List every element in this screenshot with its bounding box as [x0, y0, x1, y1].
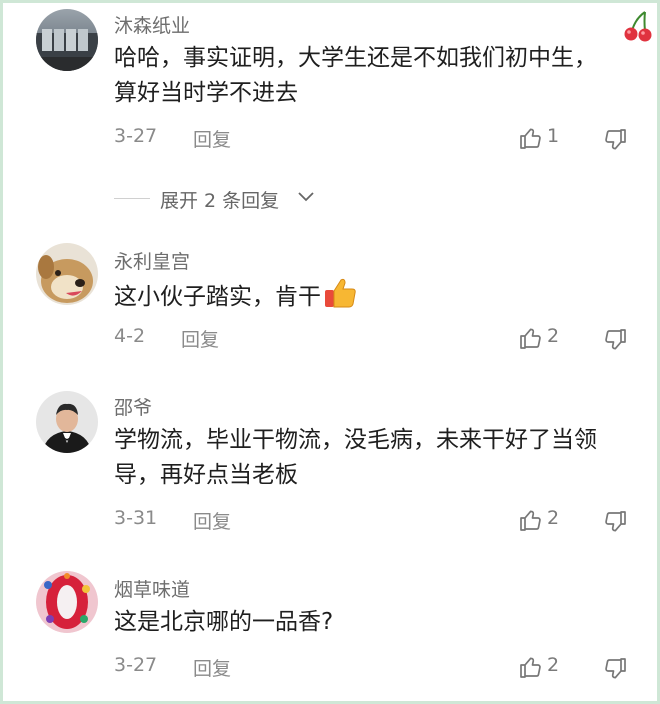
reply-button[interactable]: 回复 — [193, 125, 231, 152]
thumbs-up-emoji — [325, 278, 356, 308]
reply-button[interactable]: 回复 — [193, 507, 231, 534]
comment-date: 3-27 — [114, 125, 158, 147]
avatar-image — [36, 29, 98, 71]
thumbs-up-outline-icon[interactable] — [519, 126, 543, 150]
avatar-image — [42, 403, 92, 453]
avatar-image — [36, 571, 98, 633]
thumbs-up-outline-icon[interactable] — [519, 655, 543, 679]
comment-item: 永利皇宫 这小伙子踏实，肯干 4-2 回复 2 — [3, 239, 657, 369]
thumbs-up-outline-icon[interactable] — [519, 326, 543, 350]
avatar[interactable] — [36, 391, 98, 453]
comment-username[interactable]: 永利皇宫 — [114, 247, 190, 274]
avatar[interactable] — [36, 571, 98, 633]
like-count: 2 — [547, 654, 560, 676]
reply-button[interactable]: 回复 — [181, 325, 219, 352]
avatar[interactable] — [36, 9, 98, 71]
comment-text-content: 这小伙子踏实，肯干 — [114, 284, 321, 310]
like-count: 2 — [547, 325, 560, 347]
thumbs-down-outline-icon[interactable] — [603, 510, 627, 534]
comment-text: 这小伙子踏实，肯干 — [114, 277, 614, 315]
thumbs-down-outline-icon[interactable] — [603, 328, 627, 352]
comment-item: 沐森纸业 哈哈，事实证明，大学生还是不如我们初中生，算好当时学不进去 3-27 … — [3, 3, 657, 178]
expand-replies[interactable]: 展开 2 条回复 — [3, 184, 657, 214]
comment-date: 3-31 — [114, 507, 158, 529]
avatar[interactable] — [36, 243, 98, 305]
thumbs-down-outline-icon[interactable] — [603, 128, 627, 152]
like-count: 2 — [547, 507, 560, 529]
avatar-image — [38, 255, 93, 303]
comment-text: 哈哈，事实证明，大学生还是不如我们初中生，算好当时学不进去 — [114, 45, 597, 106]
comment-text: 学物流，毕业干物流，没毛病，未来干好了当领导，再好点当老板 — [114, 427, 597, 488]
thumbs-down-outline-icon[interactable] — [603, 657, 627, 681]
comment-item: 烟草味道 这是北京哪的一品香? 3-27 回复 2 — [3, 569, 657, 701]
comment-date: 4-2 — [114, 325, 146, 347]
comment-text: 这是北京哪的一品香? — [114, 609, 334, 635]
like-count: 1 — [547, 125, 560, 147]
reply-button[interactable]: 回复 — [193, 654, 231, 681]
comment-username[interactable]: 邵爷 — [114, 393, 152, 420]
divider — [114, 198, 150, 199]
comment-username[interactable]: 烟草味道 — [114, 575, 190, 602]
thumbs-up-outline-icon[interactable] — [519, 508, 543, 532]
comment-username[interactable]: 沐森纸业 — [114, 11, 190, 38]
comment-date: 3-27 — [114, 654, 158, 676]
comment-item: 邵爷 学物流，毕业干物流，没毛病，未来干好了当领导，再好点当老板 3-31 回复… — [3, 387, 657, 547]
chevron-down-icon[interactable] — [297, 190, 315, 204]
expand-replies-label[interactable]: 展开 2 条回复 — [160, 186, 279, 213]
